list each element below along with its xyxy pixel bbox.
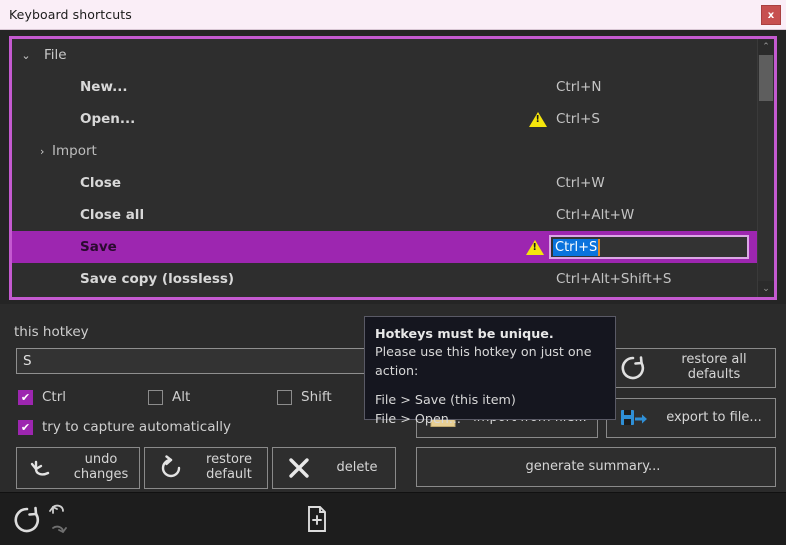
- bottom-bar: ⌄ OK Cancel: [0, 492, 786, 545]
- tree-row-shortcut: Ctrl+W: [556, 175, 605, 191]
- checkbox-auto-capture-label: try to capture automatically: [42, 419, 231, 435]
- warning-slot: [521, 238, 549, 257]
- restore-all-defaults-button[interactable]: restore all defaults: [606, 348, 776, 388]
- checkbox-ctrl-label: Ctrl: [42, 389, 67, 405]
- new-document-icon[interactable]: [304, 505, 330, 533]
- restore-all-defaults-label: restore all defaults: [681, 352, 747, 382]
- scroll-down-icon[interactable]: ⌄: [758, 281, 774, 297]
- tree-row-label: File: [44, 47, 67, 63]
- tree-row-open[interactable]: Open... Ctrl+S: [12, 103, 757, 135]
- checkbox-shift-box[interactable]: [277, 389, 292, 405]
- tree-row-label: Save: [80, 239, 117, 255]
- restore-circular-arrow-icon: [145, 455, 197, 481]
- scroll-up-icon[interactable]: ⌃: [758, 39, 774, 55]
- tree-row-label: Close all: [80, 207, 145, 223]
- tooltip-conflict-item: File > Save (this item): [375, 392, 516, 408]
- warning-icon: [526, 239, 544, 255]
- chevron-down-icon[interactable]: ⌄: [12, 49, 40, 62]
- undo-changes-button[interactable]: undo changes: [16, 447, 140, 489]
- tree-row-save[interactable]: Save Ctrl+S: [12, 231, 757, 263]
- tooltip-subtitle: Please use this hotkey on just one actio…: [375, 344, 592, 378]
- checkbox-ctrl[interactable]: Ctrl: [18, 389, 66, 405]
- window-title: Keyboard shortcuts: [9, 7, 132, 22]
- warning-slot: [524, 110, 552, 129]
- tree-row-shortcut: Ctrl+Alt+Shift+S: [556, 271, 672, 287]
- tree-row-new[interactable]: New... Ctrl+N: [12, 71, 757, 103]
- checkbox-alt[interactable]: Alt: [148, 389, 190, 405]
- shortcut-list: ⌄ File New... Ctrl+N Open... Ctrl+S › Im…: [9, 36, 777, 300]
- tree-row-label: Close: [80, 175, 122, 191]
- hotkey-conflict-tooltip: Hotkeys must be unique. Please use this …: [364, 316, 616, 426]
- redo-icon[interactable]: [48, 521, 68, 539]
- tree-row-close-all[interactable]: Close all Ctrl+Alt+W: [12, 199, 757, 231]
- tooltip-title: Hotkeys must be unique.: [375, 326, 554, 341]
- restore-default-label: restore default: [206, 452, 252, 482]
- title-bar: Keyboard shortcuts x: [0, 0, 786, 30]
- tooltip-spacer: [375, 380, 605, 391]
- text-caret: [598, 238, 601, 256]
- shortcut-edit-selected-text: Ctrl+S: [553, 238, 599, 256]
- tree-row-shortcut: Ctrl+N: [556, 79, 602, 95]
- generate-summary-label: generate summary...: [525, 458, 661, 474]
- delete-label: delete: [336, 459, 378, 475]
- checkbox-alt-box[interactable]: [148, 389, 163, 405]
- export-to-file-button[interactable]: export to file...: [606, 398, 776, 438]
- close-icon[interactable]: x: [761, 5, 781, 25]
- tree-row-shortcut: Ctrl+Alt+W: [556, 207, 635, 223]
- scrollbar-thumb[interactable]: [759, 55, 773, 101]
- checkbox-shift[interactable]: Shift: [277, 389, 332, 405]
- checkbox-alt-label: Alt: [172, 389, 191, 405]
- shortcut-edit-input[interactable]: Ctrl+S: [549, 235, 749, 259]
- tree-row-save-copy[interactable]: Save copy (lossless) Ctrl+Alt+Shift+S: [12, 263, 757, 295]
- export-to-file-label: export to file...: [666, 409, 762, 425]
- reload-icon[interactable]: [12, 505, 42, 535]
- tree-row-label: Save copy (lossless): [80, 271, 235, 287]
- restore-default-button[interactable]: restore default: [144, 447, 268, 489]
- scrollbar-track[interactable]: [758, 55, 774, 281]
- tree-row-file[interactable]: ⌄ File: [12, 39, 757, 71]
- tree-row-label: Import: [52, 143, 97, 159]
- warning-icon: [529, 111, 547, 127]
- tree-row-shortcut: Ctrl+S: [556, 111, 600, 127]
- shortcut-list-body: ⌄ File New... Ctrl+N Open... Ctrl+S › Im…: [12, 39, 757, 297]
- checkbox-auto-capture-box[interactable]: [18, 419, 33, 435]
- undo-arrow-icon: [17, 456, 69, 480]
- undo-changes-label: undo changes: [73, 452, 129, 482]
- checkbox-shift-label: Shift: [301, 389, 332, 405]
- tree-row-close[interactable]: Close Ctrl+W: [12, 167, 757, 199]
- delete-button[interactable]: delete: [272, 447, 396, 489]
- list-scrollbar[interactable]: ⌃ ⌄: [757, 39, 774, 297]
- tree-row-label: Open...: [80, 111, 136, 127]
- keyboard-shortcuts-dialog: Keyboard shortcuts x ⌄ File New... Ctrl+…: [0, 0, 786, 545]
- generate-summary-button[interactable]: generate summary...: [416, 447, 776, 487]
- chevron-right-icon[interactable]: ›: [12, 145, 44, 158]
- checkbox-ctrl-box[interactable]: [18, 389, 33, 405]
- undo-icon[interactable]: [48, 501, 68, 519]
- this-hotkey-label: this hotkey: [14, 324, 89, 340]
- checkbox-auto-capture[interactable]: try to capture automatically: [18, 419, 231, 435]
- tree-row-import[interactable]: › Import: [12, 135, 757, 167]
- tooltip-conflict-item: File > Open...: [375, 410, 461, 426]
- tree-row-label: New...: [80, 79, 128, 95]
- close-x-icon: [273, 456, 325, 480]
